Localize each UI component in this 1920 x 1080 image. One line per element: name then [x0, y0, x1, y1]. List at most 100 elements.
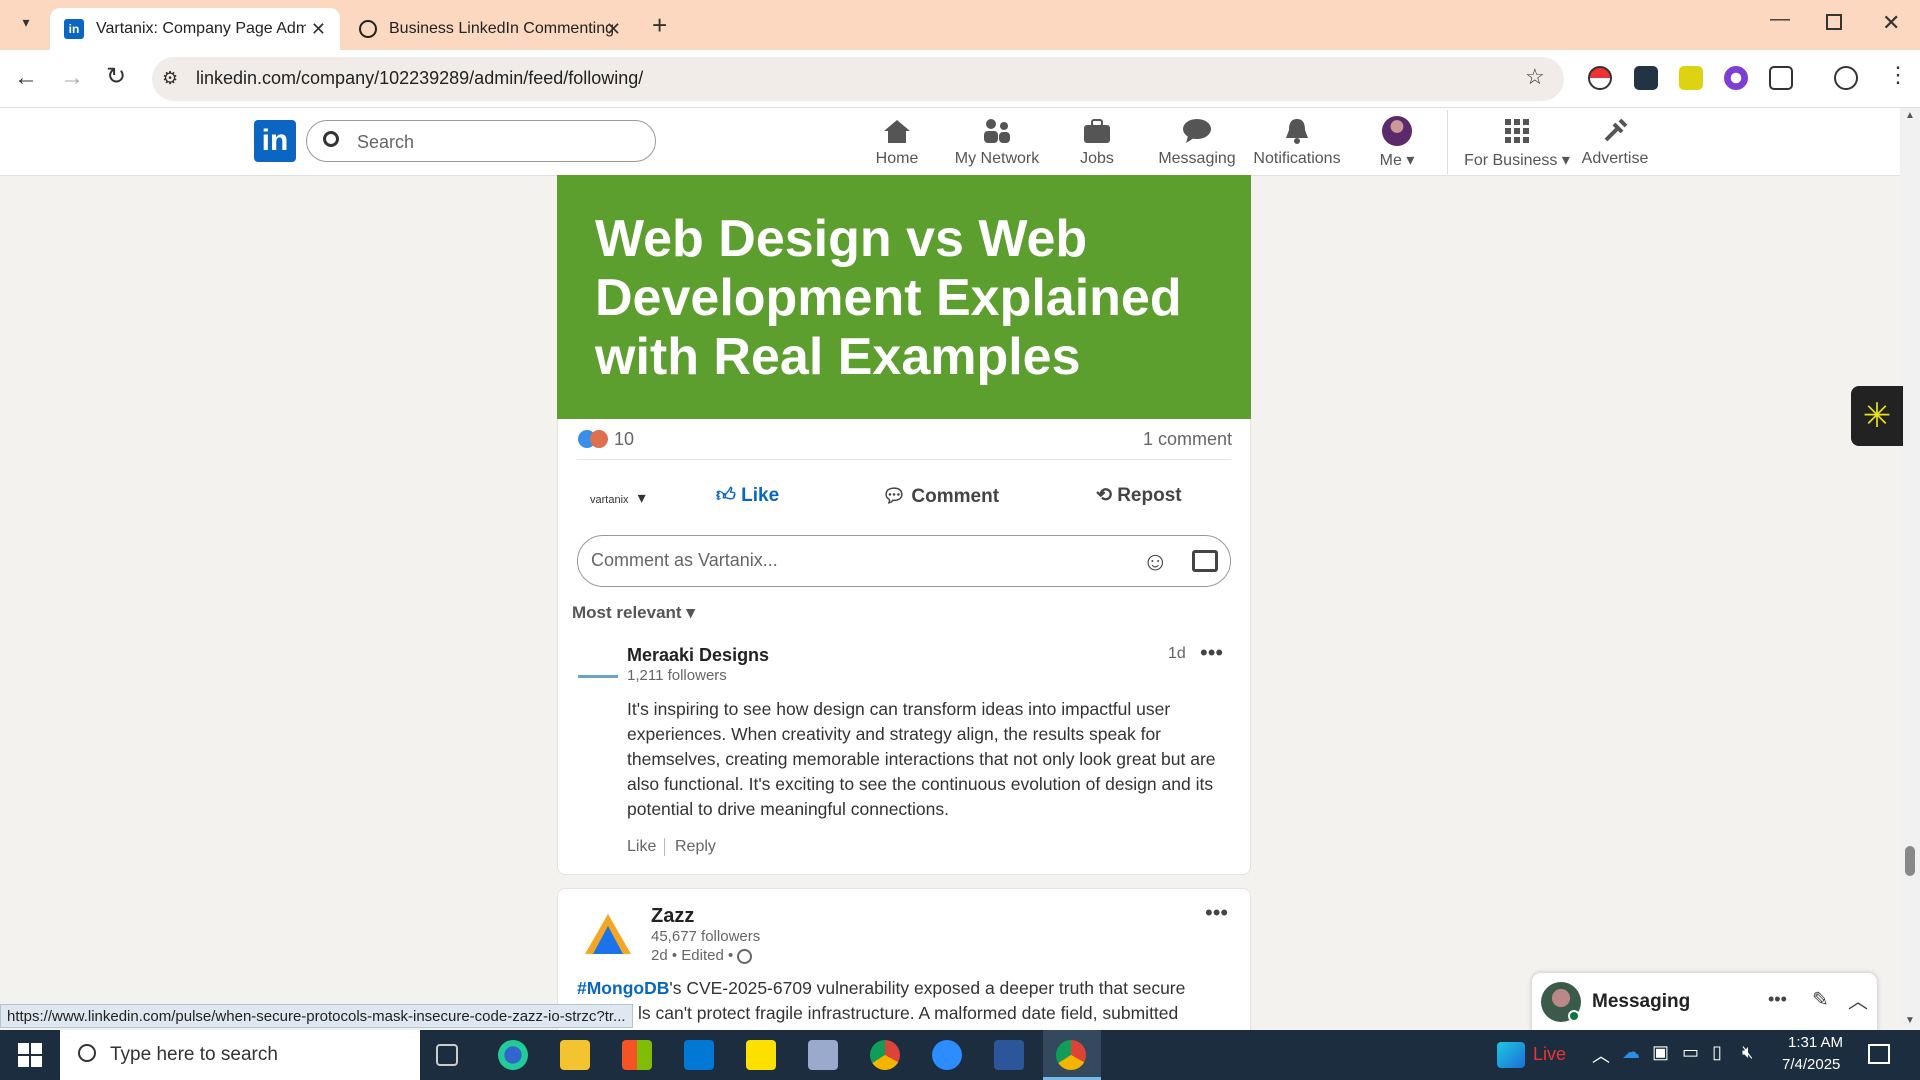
chrome-icon[interactable]: [1056, 1040, 1086, 1070]
linkedin-logo-icon[interactable]: in: [254, 120, 296, 162]
nav-home[interactable]: Home: [842, 116, 952, 168]
zoom-icon[interactable]: [932, 1040, 962, 1070]
nav-label: Me: [1379, 152, 1402, 169]
comment-like-button[interactable]: Like: [627, 838, 656, 856]
zazz-logo-icon[interactable]: [583, 912, 633, 956]
post-author[interactable]: Zazz: [651, 905, 694, 928]
comment-input[interactable]: Comment as Vartanix... ☺: [577, 535, 1231, 587]
nav-label: My Network: [954, 150, 1040, 167]
store-icon[interactable]: [622, 1040, 652, 1070]
battery-icon[interactable]: ▭: [1682, 1042, 1699, 1063]
reload-icon[interactable]: ↻: [106, 62, 126, 91]
image-icon[interactable]: [1192, 550, 1218, 572]
nav-for-business[interactable]: For Business ▾: [1457, 116, 1577, 170]
circle-extension-icon[interactable]: [1724, 66, 1748, 90]
live-label[interactable]: Live: [1533, 1044, 1566, 1065]
windows-start-icon[interactable]: [18, 1043, 42, 1067]
browser-menu-icon[interactable]: ⋮: [1887, 62, 1909, 88]
love-reaction-icon: [590, 430, 608, 448]
close-window-icon[interactable]: ✕: [1882, 10, 1900, 36]
bookmark-star-icon[interactable]: ☆: [1525, 64, 1545, 90]
app-icon[interactable]: [808, 1040, 838, 1070]
nav-my-network[interactable]: My Network: [942, 116, 1052, 168]
taskbar-time[interactable]: 1:31 AM: [1788, 1034, 1843, 1051]
page-scrollbar[interactable]: ▲ ▼: [1900, 108, 1920, 1028]
emoji-icon[interactable]: ☺: [1142, 546, 1169, 577]
taskbar-date[interactable]: 7/4/2025: [1782, 1056, 1840, 1073]
sticky-notes-icon[interactable]: [746, 1040, 776, 1070]
show-hidden-icons[interactable]: ︿: [1592, 1042, 1610, 1068]
comment-reply-button[interactable]: Reply: [675, 838, 716, 856]
extensions-puzzle-icon[interactable]: [1769, 66, 1793, 90]
like-button[interactable]: 👍︎ Like: [716, 484, 779, 507]
close-tab-icon[interactable]: ✕: [311, 19, 326, 40]
chevron-down-icon: ▾: [637, 490, 646, 507]
nav-notifications[interactable]: Notifications: [1242, 116, 1352, 168]
sort-dropdown[interactable]: Most relevant ▾: [572, 603, 695, 623]
like-label: Like: [741, 485, 780, 506]
post-followers: 45,677 followers: [651, 928, 761, 945]
messaging-panel[interactable]: Messaging ••• ✎ ︿: [1531, 972, 1878, 1032]
tab-business-linkedin[interactable]: Business LinkedIn Commenting ✕: [345, 8, 635, 50]
back-icon[interactable]: ←: [14, 64, 38, 92]
chevron-up-icon[interactable]: ︿: [1848, 985, 1868, 1014]
compose-icon[interactable]: ✎: [1812, 987, 1829, 1012]
close-tab-icon[interactable]: ✕: [606, 19, 621, 40]
nav-jobs[interactable]: Jobs: [1042, 116, 1152, 168]
commenter-logo[interactable]: [578, 650, 618, 678]
nav-advertise[interactable]: Advertise: [1560, 116, 1670, 168]
more-options-icon[interactable]: •••: [1205, 900, 1228, 926]
volume-muted-icon[interactable]: 🔇︎: [1742, 1042, 1753, 1063]
tab-title: Business LinkedIn Commenting: [389, 20, 615, 37]
scroll-down-icon[interactable]: ▼: [1905, 1015, 1915, 1026]
asterisk-extension-icon[interactable]: [1679, 66, 1703, 90]
repost-button[interactable]: ⟲ Repost: [1096, 484, 1182, 507]
chat-icon: [1181, 116, 1213, 146]
site-info-icon[interactable]: ⚙: [162, 68, 178, 89]
divider: [664, 838, 665, 856]
file-explorer-icon[interactable]: [560, 1040, 590, 1070]
word-icon[interactable]: [994, 1040, 1024, 1070]
url-text[interactable]: linkedin.com/company/102239289/admin/fee…: [196, 68, 643, 89]
task-view-icon[interactable]: [436, 1044, 458, 1066]
meet-now-icon[interactable]: ▣: [1652, 1042, 1669, 1063]
actor-selector[interactable]: vartanix ▾: [590, 488, 646, 508]
chrome-icon[interactable]: [870, 1040, 900, 1070]
nav-messaging[interactable]: Messaging: [1142, 116, 1252, 168]
notifications-icon[interactable]: [1868, 1044, 1890, 1064]
floating-extension-button[interactable]: ✳: [1851, 386, 1903, 446]
edge-icon[interactable]: [498, 1040, 528, 1070]
reaction-count[interactable]: 10: [614, 429, 634, 450]
new-tab-icon[interactable]: +: [652, 10, 667, 41]
comment-count[interactable]: 1 comment: [1143, 429, 1232, 450]
hashtag-link[interactable]: #MongoDB: [577, 978, 669, 998]
profile-icon[interactable]: [1834, 66, 1858, 90]
more-options-icon[interactable]: •••: [1200, 640, 1223, 666]
post-meta-text: 2d • Edited •: [651, 947, 734, 964]
restore-icon[interactable]: [1826, 14, 1842, 30]
search-placeholder: Search: [357, 132, 415, 152]
search-icon: [323, 131, 339, 147]
pokeball-extension-icon[interactable]: [1588, 66, 1612, 90]
tab-vartanix-admin[interactable]: in Vartanix: Company Page Admin ✕: [50, 8, 340, 50]
comment-button[interactable]: 💬︎ Comment: [882, 484, 999, 508]
minimize-icon[interactable]: —: [1770, 8, 1790, 31]
comment-icon: 💬︎: [882, 486, 907, 507]
more-options-icon[interactable]: •••: [1768, 989, 1787, 1010]
reaction-icons[interactable]: [578, 430, 610, 448]
scroll-thumb[interactable]: [1905, 846, 1915, 876]
nav-me[interactable]: Me ▾: [1342, 116, 1452, 170]
mail-icon[interactable]: [684, 1040, 714, 1070]
comment-author[interactable]: Meraaki Designs: [627, 645, 769, 666]
scroll-up-icon[interactable]: ▲: [1905, 110, 1915, 121]
chatgpt-favicon-icon: [359, 20, 377, 38]
taskbar-search-input[interactable]: Type here to search: [60, 1030, 420, 1080]
folder-extension-icon[interactable]: [1634, 66, 1658, 90]
onedrive-icon[interactable]: ☁: [1622, 1042, 1640, 1063]
network-icon[interactable]: ▯: [1712, 1042, 1722, 1063]
linkedin-search-input[interactable]: Search: [306, 120, 656, 162]
nav-label: Notifications: [1253, 150, 1341, 167]
forward-icon[interactable]: →: [60, 64, 84, 92]
tab-search-button[interactable]: ▾: [12, 14, 40, 36]
live-weather-icon[interactable]: [1497, 1042, 1525, 1068]
